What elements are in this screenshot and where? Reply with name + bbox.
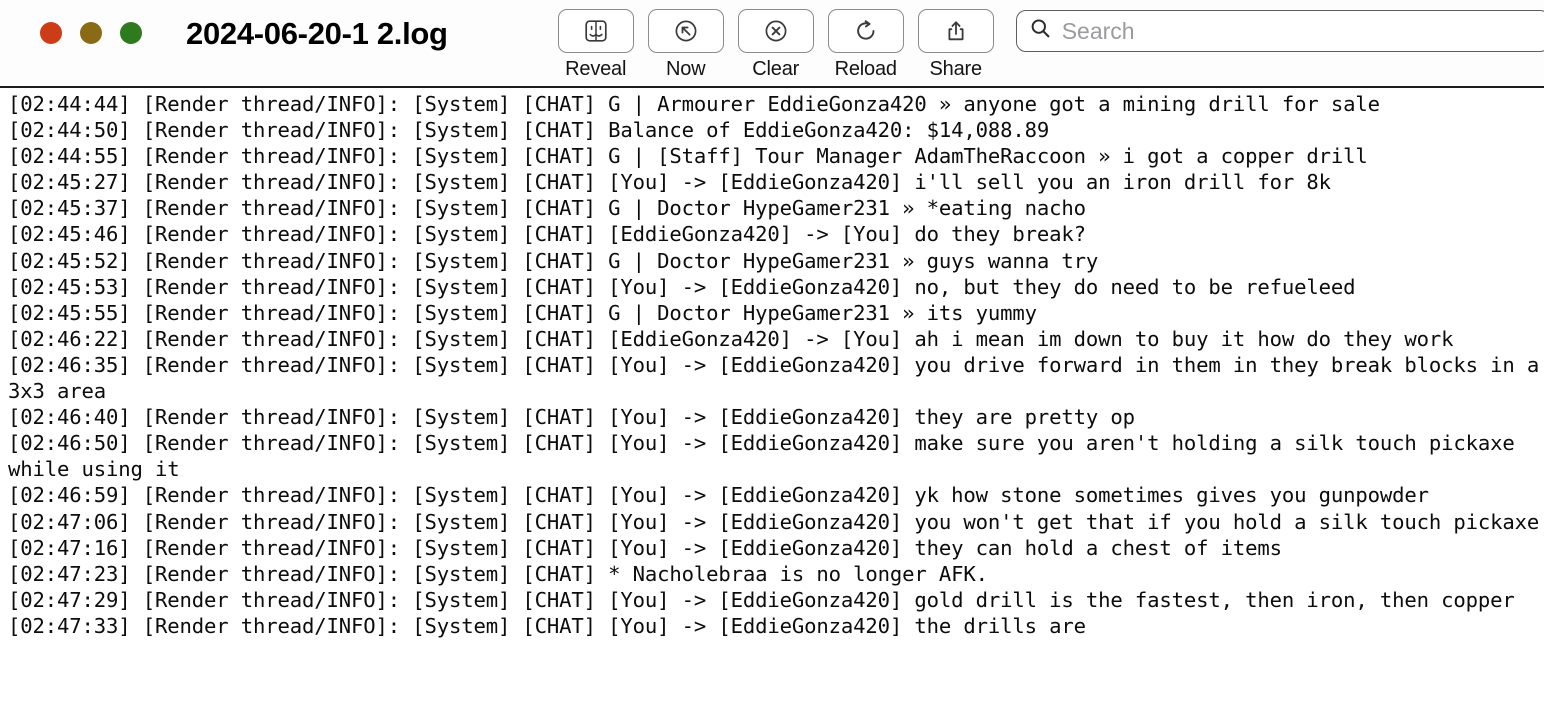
log-line: [02:47:06] [Render thread/INFO]: [System… xyxy=(8,509,1540,534)
log-line: [02:45:53] [Render thread/INFO]: [System… xyxy=(8,274,1356,299)
share-button-label: Share xyxy=(929,58,983,80)
search-icon xyxy=(1029,17,1052,45)
log-line: [02:46:59] [Render thread/INFO]: [System… xyxy=(8,483,1429,508)
reload-icon xyxy=(853,18,879,44)
log-line: [02:44:55] [Render thread/INFO]: [System… xyxy=(8,144,1368,169)
reload-button-label: Reload xyxy=(834,58,897,80)
toolbar-item-reveal[interactable]: Reveal xyxy=(557,9,634,81)
x-circle-icon xyxy=(763,18,789,44)
reload-button[interactable] xyxy=(827,9,904,53)
toolbar: Reveal Now Clear Reload Share xyxy=(557,0,994,81)
search-input[interactable] xyxy=(1061,17,1537,45)
window-titlebar: 2024-06-20-1 2.log Reveal Now Clear Relo… xyxy=(0,0,1544,88)
traffic-light-group xyxy=(0,0,142,44)
close-window-button[interactable] xyxy=(40,22,62,44)
log-line: [02:45:52] [Render thread/INFO]: [System… xyxy=(8,248,1099,273)
page-title: 2024-06-20-1 2.log xyxy=(186,16,448,51)
log-line: [02:44:50] [Render thread/INFO]: [System… xyxy=(8,118,1050,143)
now-button-label: Now xyxy=(665,58,706,80)
log-line: [02:45:55] [Render thread/INFO]: [System… xyxy=(8,300,1037,325)
reveal-button[interactable] xyxy=(557,9,634,53)
log-line: [02:47:33] [Render thread/INFO]: [System… xyxy=(8,613,1086,638)
log-viewer-window: 2024-06-20-1 2.log Reveal Now Clear Relo… xyxy=(0,0,1544,726)
toolbar-item-clear[interactable]: Clear xyxy=(737,9,814,81)
log-lines-list: [02:44:44] [Render thread/INFO]: [System… xyxy=(0,88,1544,639)
clear-button[interactable] xyxy=(737,9,814,53)
log-content-area[interactable]: [02:44:44] [Render thread/INFO]: [System… xyxy=(0,88,1544,726)
now-button[interactable] xyxy=(647,9,724,53)
share-icon xyxy=(943,18,969,44)
search-field[interactable] xyxy=(1015,10,1544,52)
log-line: [02:46:35] [Render thread/INFO]: [System… xyxy=(8,352,1540,404)
log-line: [02:46:22] [Render thread/INFO]: [System… xyxy=(8,326,1454,351)
toolbar-item-now[interactable]: Now xyxy=(647,9,724,81)
arrow-up-left-circle-icon xyxy=(673,18,699,44)
search-container xyxy=(1015,10,1544,52)
reveal-button-label: Reveal xyxy=(565,58,627,80)
finder-icon xyxy=(583,18,609,44)
log-line: [02:46:40] [Render thread/INFO]: [System… xyxy=(8,405,1135,430)
minimize-window-button[interactable] xyxy=(80,22,102,44)
log-line: [02:47:23] [Render thread/INFO]: [System… xyxy=(8,561,988,586)
log-line: [02:44:44] [Render thread/INFO]: [System… xyxy=(8,92,1380,116)
log-line: [02:45:46] [Render thread/INFO]: [System… xyxy=(8,222,1086,247)
log-line: [02:45:37] [Render thread/INFO]: [System… xyxy=(8,196,1086,221)
toolbar-item-reload[interactable]: Reload xyxy=(827,9,904,81)
log-line: [02:47:29] [Render thread/INFO]: [System… xyxy=(8,587,1515,612)
log-line: [02:47:16] [Render thread/INFO]: [System… xyxy=(8,535,1282,560)
log-line: [02:46:50] [Render thread/INFO]: [System… xyxy=(8,431,1527,482)
zoom-window-button[interactable] xyxy=(120,22,142,44)
share-button[interactable] xyxy=(917,9,994,53)
toolbar-item-share[interactable]: Share xyxy=(917,9,994,81)
log-line: [02:45:27] [Render thread/INFO]: [System… xyxy=(8,170,1331,195)
clear-button-label: Clear xyxy=(752,58,800,80)
